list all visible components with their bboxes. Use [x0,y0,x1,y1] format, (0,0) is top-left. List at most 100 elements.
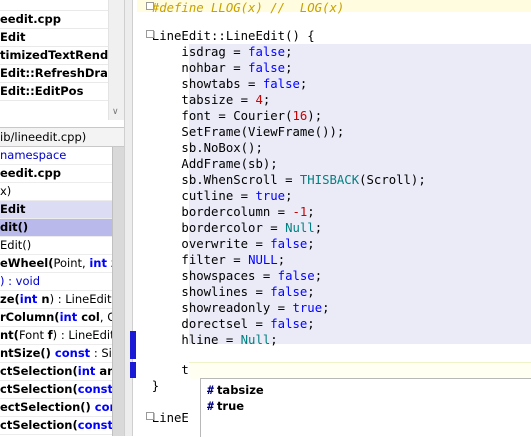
symbol-item[interactable]: x) [0,183,112,201]
symbol-item[interactable]: eWheel(Point, int zo [0,255,112,273]
symbol-item[interactable]: ctSelection(int anc [0,363,112,381]
code-line[interactable]: AddFrame(sb); [137,156,277,172]
code-line[interactable]: showreadonly = true; [137,300,329,316]
code-token: false [277,269,315,283]
symbol-text: ntSize() [0,346,51,360]
fold-toggle-icon[interactable] [146,412,154,420]
symbol-text: eedit.cpp [0,166,61,180]
list-item[interactable]: Edit::EditPos [0,83,108,101]
code-line[interactable]: isdrag = false; [137,44,292,60]
navigator-panel: eedit.cpp Edit timizedTextRende Edit::Refre… [0,0,124,436]
autocomplete-popup[interactable]: # tabsize # true [200,378,531,437]
symbol-text: const F [77,382,112,396]
symbol-item[interactable]: eedit.cpp [0,165,112,183]
symbol-text: , Co [99,310,112,324]
code-line[interactable]: LineE [137,410,189,426]
code-token: ; [314,269,323,283]
symbol-text: Font [18,328,48,342]
symbol-text: dit() [0,220,29,234]
code-line[interactable]: bordercolor = Null; [137,220,322,236]
code-token: showreadonly = [137,301,293,315]
code-token: 16 [292,109,308,123]
code-token: false [248,61,286,75]
code-token: ; [307,285,315,299]
list-item[interactable]: Edit [0,29,108,47]
symbol-text: Point, [53,256,90,270]
code-line[interactable]: font = Courier(16); [137,108,322,124]
symbol-item[interactable]: ntSize() const : Size [0,345,112,363]
symbol-item[interactable]: ze(int n) : LineEdit& [0,291,112,309]
code-token: ; [307,205,315,219]
symbol-item[interactable]: Edit() [0,237,112,255]
symbol-text: nt( [0,328,19,342]
code-token: sb.NoBox(); [137,141,263,155]
code-line[interactable]: sb.WhenScroll = THISBACK(Scroll); [137,172,425,188]
code-line[interactable]: overwrite = false; [137,236,314,252]
symbol-item[interactable]: namespace [0,147,112,165]
code-token: showtabs = [137,77,263,91]
code-line[interactable]: showspaces = false; [137,268,322,284]
code-token: NULL [248,253,278,267]
symbol-text: eWheel( [0,256,54,270]
symbol-text: ctSelection( [0,418,78,432]
code-line[interactable]: nohbar = false; [137,60,293,76]
list-item[interactable]: Edit::RefreshDraw [0,65,108,83]
code-line[interactable]: tabsize = 4; [137,92,270,108]
symbol-text: ) : LineEdit [52,328,112,342]
symbol-item[interactable]: dit() [0,219,112,237]
autocomplete-label: tabsize [216,383,264,397]
code-line[interactable]: showlines = false; [137,284,315,300]
code-token: false [270,237,308,251]
code-token: ; [285,61,293,75]
symbol-item[interactable]: ectSelection() cons [0,399,112,417]
hash-icon: # [207,383,214,397]
list-item[interactable] [0,0,108,11]
symbol-item[interactable]: ) : void [0,273,112,291]
symbol-text: const [77,418,112,432]
file-list-scrollbar[interactable]: ∨ [108,0,124,120]
symbol-item[interactable]: ctSelection(const F [0,381,112,399]
code-line[interactable]: sb.NoBox(); [137,140,263,156]
code-line[interactable]: } [137,378,159,394]
code-token: true [292,301,323,315]
code-line[interactable]: filter = NULL; [137,252,285,268]
code-line[interactable]: dorectsel = false; [137,316,314,332]
symbol-text: x) [0,184,12,198]
code-token: overwrite = [137,237,271,251]
symbol-item[interactable]: ctSelection(const [0,417,112,435]
code-token: nohbar = [137,61,249,75]
code-editor[interactable]: #define LLOG(x) // LOG(x) LineEdit::Line… [137,0,531,436]
code-line[interactable]: t [137,362,189,378]
code-line[interactable]: LineEdit::LineEdit() { [137,28,315,44]
fold-toggle-icon[interactable] [146,30,154,38]
code-token: filter = [137,253,249,267]
symbol-item[interactable]: Edit [0,201,112,219]
list-item[interactable]: timizedTextRende [0,47,108,65]
file-header: ib/lineedit.cpp) [0,127,124,147]
symbol-item[interactable]: rColumn(int col, Co [0,309,112,327]
symbol-text: anc [99,364,112,378]
autocomplete-item[interactable]: # tabsize [207,382,264,398]
list-item[interactable]: eedit.cpp [0,11,108,29]
symbol-text: ) : void [0,274,41,288]
symbol-text: ctSelection( [0,364,78,378]
autocomplete-item[interactable]: # true [207,398,244,414]
code-line[interactable]: cutline = true; [137,188,293,204]
code-token: bordercolor = [137,221,286,235]
code-token: ; [285,189,293,203]
symbol-item[interactable]: nt(Font f) : LineEdit [0,327,112,345]
code-line[interactable]: #define LLOG(x) // LOG(x) [137,0,345,16]
code-token: hline = [137,333,241,347]
code-token: ; [270,333,278,347]
code-line[interactable]: showtabs = false; [137,76,307,92]
code-token: Null [285,221,315,235]
symbol-list-scrollbar[interactable] [112,147,124,436]
code-line[interactable]: bordercolumn = -1; [137,204,315,220]
symbol-text: Edit [0,202,26,216]
code-line[interactable]: SetFrame(ViewFrame()); [137,124,344,140]
code-token: dorectsel = [137,317,271,331]
code-line[interactable]: hline = Null; [137,332,278,348]
chevron-down-icon[interactable]: ∨ [112,107,119,117]
code-token: t [137,363,189,377]
fold-toggle-icon[interactable] [146,2,154,10]
